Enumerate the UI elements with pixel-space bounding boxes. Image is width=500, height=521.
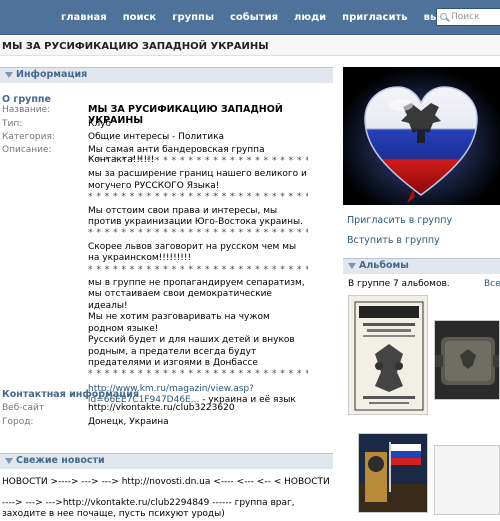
separator: * * * * * * * * * * * * * * * * * * * * … <box>88 228 308 239</box>
field-label: Описание: <box>2 145 52 155</box>
separator: * * * * * * * * * * * * * * * * * * * * … <box>88 264 308 275</box>
field-city: Город: Донецк, Украина <box>2 417 332 427</box>
page-title-bar: МЫ ЗА РУСИФИКАЦИЮ ЗАПАДНОЙ УКРАИНЫ <box>0 36 500 56</box>
collapse-triangle-icon <box>5 458 13 464</box>
nav-item-search[interactable]: поиск <box>115 0 165 35</box>
contact-info-heading: Контактная информация <box>2 389 140 400</box>
collapse-triangle-icon <box>5 72 13 78</box>
section-header-albums[interactable]: Альбомы <box>343 258 500 274</box>
all-albums-link[interactable]: Все <box>484 279 500 289</box>
field-category: Категория: Общие интересы - Политика <box>2 132 332 142</box>
field-value: Донецк, Украина <box>88 417 169 427</box>
field-label: Категория: <box>2 132 55 142</box>
invite-to-group-link[interactable]: Пригласить в группу <box>347 215 452 226</box>
separator: * * * * * * * * * * * * * * * * * * * * … <box>88 156 308 166</box>
field-website: Веб-сайт http://vkontakte.ru/club3223620 <box>2 403 332 413</box>
news-arrow: ----> <box>2 498 23 508</box>
search-placeholder: Поиск <box>451 12 480 22</box>
nav-item-home[interactable]: главная <box>53 0 115 35</box>
field-label: Веб-сайт <box>2 403 45 413</box>
main-nav: главная поиск группы события люди пригла… <box>53 0 467 35</box>
section-title-albums: Альбомы <box>359 260 409 271</box>
news-line: ----> ---> --->http://vkontakte.ru/club2… <box>2 498 332 520</box>
field-label: Тип: <box>2 119 23 129</box>
field-value: Клуб <box>88 119 112 129</box>
section-title-news: Свежие новости <box>16 455 105 466</box>
nav-item-groups[interactable]: группы <box>164 0 222 35</box>
description-text: * * * * * * * * * * * * * * * * * * * * … <box>88 156 308 407</box>
news-text: ---> --->http://vkontakte.ru/club2294849… <box>2 498 295 519</box>
description-paragraph: Русский будет и для наших детей и внуков… <box>88 335 295 368</box>
separator: * * * * * * * * * * * * * * * * * * * * … <box>88 369 308 380</box>
separator: * * * * * * * * * * * * * * * * * * * * … <box>88 192 308 203</box>
book-cover-image <box>349 296 427 414</box>
search-icon <box>440 13 447 20</box>
website-link[interactable]: http://vkontakte.ru/club3223620 <box>88 403 235 413</box>
field-label: Город: <box>2 417 34 427</box>
heart-emblem-icon <box>343 67 500 205</box>
description-paragraph: мы в группе не пропагандируем сепаратизм… <box>88 278 305 311</box>
field-type: Тип: Клуб <box>2 119 332 129</box>
section-header-news[interactable]: Свежие новости <box>0 453 333 469</box>
album-thumbnail[interactable] <box>434 320 500 400</box>
description-paragraph: Мы отстоим свои права и интересы, мы про… <box>88 205 303 228</box>
join-group-link[interactable]: Вступить в группу <box>347 235 440 246</box>
album-thumbnail[interactable] <box>358 433 428 513</box>
flag-tower-image <box>359 434 427 512</box>
album-thumbnail[interactable] <box>434 445 500 515</box>
category-link[interactable]: Общие интересы - Политика <box>88 132 224 142</box>
collapse-triangle-icon <box>348 263 356 269</box>
nav-item-events[interactable]: события <box>222 0 286 35</box>
about-group-heading: О группе <box>2 94 51 105</box>
nav-item-invite[interactable]: пригласить <box>334 0 415 35</box>
news-line: НОВОСТИ >----> ---> ---> http://novosti.… <box>2 477 330 487</box>
belt-buckle-image <box>435 321 499 399</box>
page-title: МЫ ЗА РУСИФИКАЦИЮ ЗАПАДНОЙ УКРАИНЫ <box>2 41 269 52</box>
top-navigation-bar: главная поиск группы события люди пригла… <box>0 0 500 35</box>
section-title-info: Информация <box>16 69 88 80</box>
album-thumbnail[interactable] <box>348 295 428 415</box>
nav-item-people[interactable]: люди <box>286 0 334 35</box>
search-input[interactable]: Поиск <box>436 8 500 26</box>
section-header-info[interactable]: Информация <box>0 67 333 83</box>
group-avatar[interactable] <box>343 67 500 205</box>
albums-count: В группе 7 альбомов. <box>348 279 450 289</box>
description-paragraph: Скорее львов заговорит на русском чем мы… <box>88 241 297 264</box>
description-paragraph: мы за расширение границ нашего великого … <box>88 169 307 191</box>
description-paragraph: Мы не хотим разговаривать на чужом родно… <box>88 312 270 334</box>
